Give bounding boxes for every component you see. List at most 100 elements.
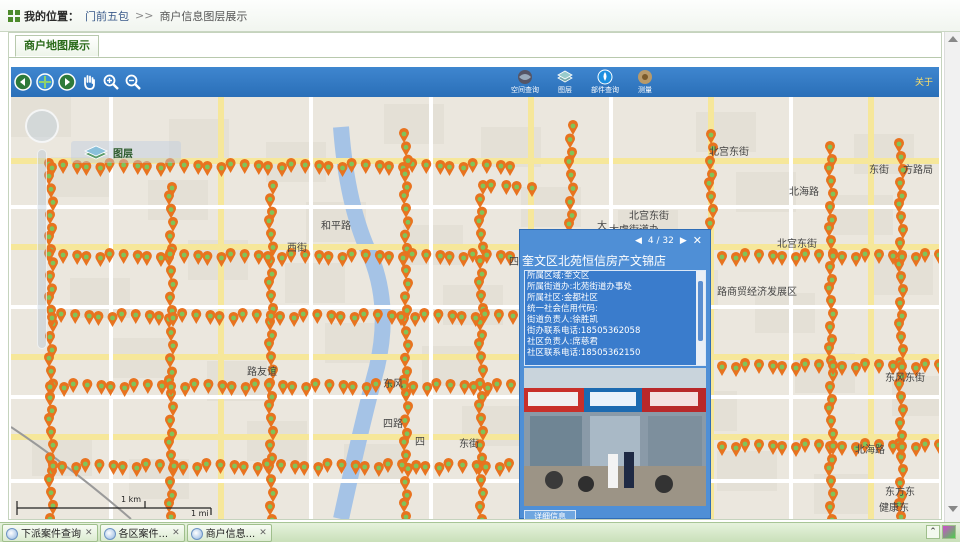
merchant-marker-icon[interactable] xyxy=(336,459,347,474)
merchant-marker-icon[interactable] xyxy=(896,391,906,406)
merchant-markers-layer[interactable] xyxy=(11,67,939,519)
merchant-marker-icon[interactable] xyxy=(400,476,411,492)
merchant-marker-icon[interactable] xyxy=(266,289,276,305)
merchant-marker-icon[interactable] xyxy=(476,474,486,490)
merchant-marker-icon[interactable] xyxy=(131,462,142,477)
merchant-marker-icon[interactable] xyxy=(505,161,515,176)
merchant-marker-icon[interactable] xyxy=(239,249,250,264)
merchant-marker-icon[interactable] xyxy=(476,351,487,367)
merchant-marker-icon[interactable] xyxy=(481,159,492,174)
merchant-marker-icon[interactable] xyxy=(71,462,82,477)
merchant-marker-icon[interactable] xyxy=(898,343,909,359)
layers-tool[interactable]: 图层 xyxy=(545,67,585,97)
merchant-marker-icon[interactable] xyxy=(153,311,164,326)
merchant-marker-icon[interactable] xyxy=(814,439,825,454)
next-icon[interactable]: ▶ xyxy=(680,236,687,246)
merchant-marker-icon[interactable] xyxy=(324,379,335,394)
component-query-tool[interactable]: 部件查询 xyxy=(585,67,625,97)
merchant-marker-icon[interactable] xyxy=(717,250,727,266)
merchant-marker-icon[interactable] xyxy=(72,250,83,265)
merchant-marker-icon[interactable] xyxy=(456,311,467,326)
merchant-marker-icon[interactable] xyxy=(300,159,311,174)
pan-hand-icon[interactable] xyxy=(79,72,99,92)
merchant-marker-icon[interactable] xyxy=(568,182,578,198)
merchant-marker-icon[interactable] xyxy=(827,487,839,503)
previous-icon[interactable]: ◀ xyxy=(635,236,642,246)
merchant-marker-icon[interactable] xyxy=(495,160,506,175)
merchant-marker-icon[interactable] xyxy=(290,460,301,475)
merchant-marker-icon[interactable] xyxy=(360,159,371,174)
merchant-marker-icon[interactable] xyxy=(180,382,191,397)
page-scrollbar[interactable] xyxy=(944,32,960,522)
merchant-marker-icon[interactable] xyxy=(81,161,92,176)
merchant-marker-icon[interactable] xyxy=(401,326,412,342)
merchant-marker-icon[interactable] xyxy=(791,252,801,267)
close-icon[interactable]: ✕ xyxy=(172,528,180,538)
merchant-marker-icon[interactable] xyxy=(266,228,276,244)
merchant-marker-icon[interactable] xyxy=(165,326,176,342)
merchant-marker-icon[interactable] xyxy=(275,311,285,326)
merchant-marker-icon[interactable] xyxy=(898,463,909,479)
merchant-marker-icon[interactable] xyxy=(191,309,202,324)
merchant-marker-icon[interactable] xyxy=(155,162,166,177)
merchant-marker-icon[interactable] xyxy=(237,308,248,323)
merchant-marker-icon[interactable] xyxy=(477,514,487,519)
task-district-cases[interactable]: 各区案件... ✕ xyxy=(99,523,185,542)
merchant-marker-icon[interactable] xyxy=(814,359,824,374)
merchant-marker-icon[interactable] xyxy=(476,412,486,428)
merchant-marker-icon[interactable] xyxy=(894,318,904,333)
merchant-marker-icon[interactable] xyxy=(894,198,904,213)
merchant-marker-icon[interactable] xyxy=(400,291,411,307)
merchant-marker-icon[interactable] xyxy=(407,248,418,263)
merchant-marker-icon[interactable] xyxy=(264,399,274,415)
merchant-marker-icon[interactable] xyxy=(68,378,79,393)
merchant-marker-icon[interactable] xyxy=(740,438,750,453)
merchant-marker-icon[interactable] xyxy=(265,500,275,516)
merchant-marker-icon[interactable] xyxy=(400,352,411,368)
forward-icon[interactable] xyxy=(57,72,77,92)
merchant-marker-icon[interactable] xyxy=(825,141,836,156)
merchant-marker-icon[interactable] xyxy=(203,379,214,394)
merchant-marker-icon[interactable] xyxy=(193,160,204,175)
merchant-marker-icon[interactable] xyxy=(421,159,432,174)
merchant-marker-icon[interactable] xyxy=(433,309,444,324)
merchant-marker-icon[interactable] xyxy=(370,378,381,393)
merchant-marker-icon[interactable] xyxy=(105,381,116,396)
merchant-marker-icon[interactable] xyxy=(278,380,289,395)
merchant-marker-icon[interactable] xyxy=(132,250,143,265)
merchant-marker-icon[interactable] xyxy=(96,380,107,395)
close-icon[interactable]: ✕ xyxy=(259,528,267,538)
merchant-marker-icon[interactable] xyxy=(458,162,469,177)
merchant-marker-icon[interactable] xyxy=(826,175,836,190)
merchant-marker-icon[interactable] xyxy=(301,381,312,397)
merchant-marker-icon[interactable] xyxy=(216,252,227,267)
collapse-icon[interactable]: ⌃ xyxy=(926,525,940,539)
about-link[interactable]: 关于 xyxy=(915,75,933,88)
scroll-up-icon[interactable] xyxy=(948,36,958,42)
merchant-marker-icon[interactable] xyxy=(192,462,203,477)
merchant-marker-icon[interactable] xyxy=(228,312,239,327)
merchant-marker-icon[interactable] xyxy=(202,161,213,176)
popup-scrollbar[interactable] xyxy=(696,271,705,365)
merchant-marker-icon[interactable] xyxy=(860,358,870,373)
merchant-marker-icon[interactable] xyxy=(128,378,139,393)
merchant-marker-icon[interactable] xyxy=(896,271,906,286)
merchant-marker-icon[interactable] xyxy=(119,382,130,397)
merchant-marker-icon[interactable] xyxy=(48,439,58,455)
merchant-marker-icon[interactable] xyxy=(168,216,178,232)
merchant-marker-icon[interactable] xyxy=(493,309,504,324)
merchant-marker-icon[interactable] xyxy=(70,309,81,324)
merchant-marker-icon[interactable] xyxy=(564,155,575,171)
merchant-marker-icon[interactable] xyxy=(422,381,433,397)
merchant-marker-icon[interactable] xyxy=(264,337,274,353)
merchant-marker-icon[interactable] xyxy=(837,360,848,376)
merchant-marker-icon[interactable] xyxy=(825,321,835,336)
merchant-marker-icon[interactable] xyxy=(249,378,260,393)
merchant-marker-icon[interactable] xyxy=(911,442,921,457)
merchant-marker-icon[interactable] xyxy=(706,190,716,206)
merchant-marker-icon[interactable] xyxy=(168,339,178,355)
merchant-marker-icon[interactable] xyxy=(444,161,455,176)
merchant-marker-icon[interactable] xyxy=(193,250,204,265)
map-view[interactable]: 空间查询 图层 部件查询 测量 关于 图层 北宫东街 北海路 北宫东街 北宫东街… xyxy=(11,67,939,519)
merchant-marker-icon[interactable] xyxy=(920,438,930,453)
